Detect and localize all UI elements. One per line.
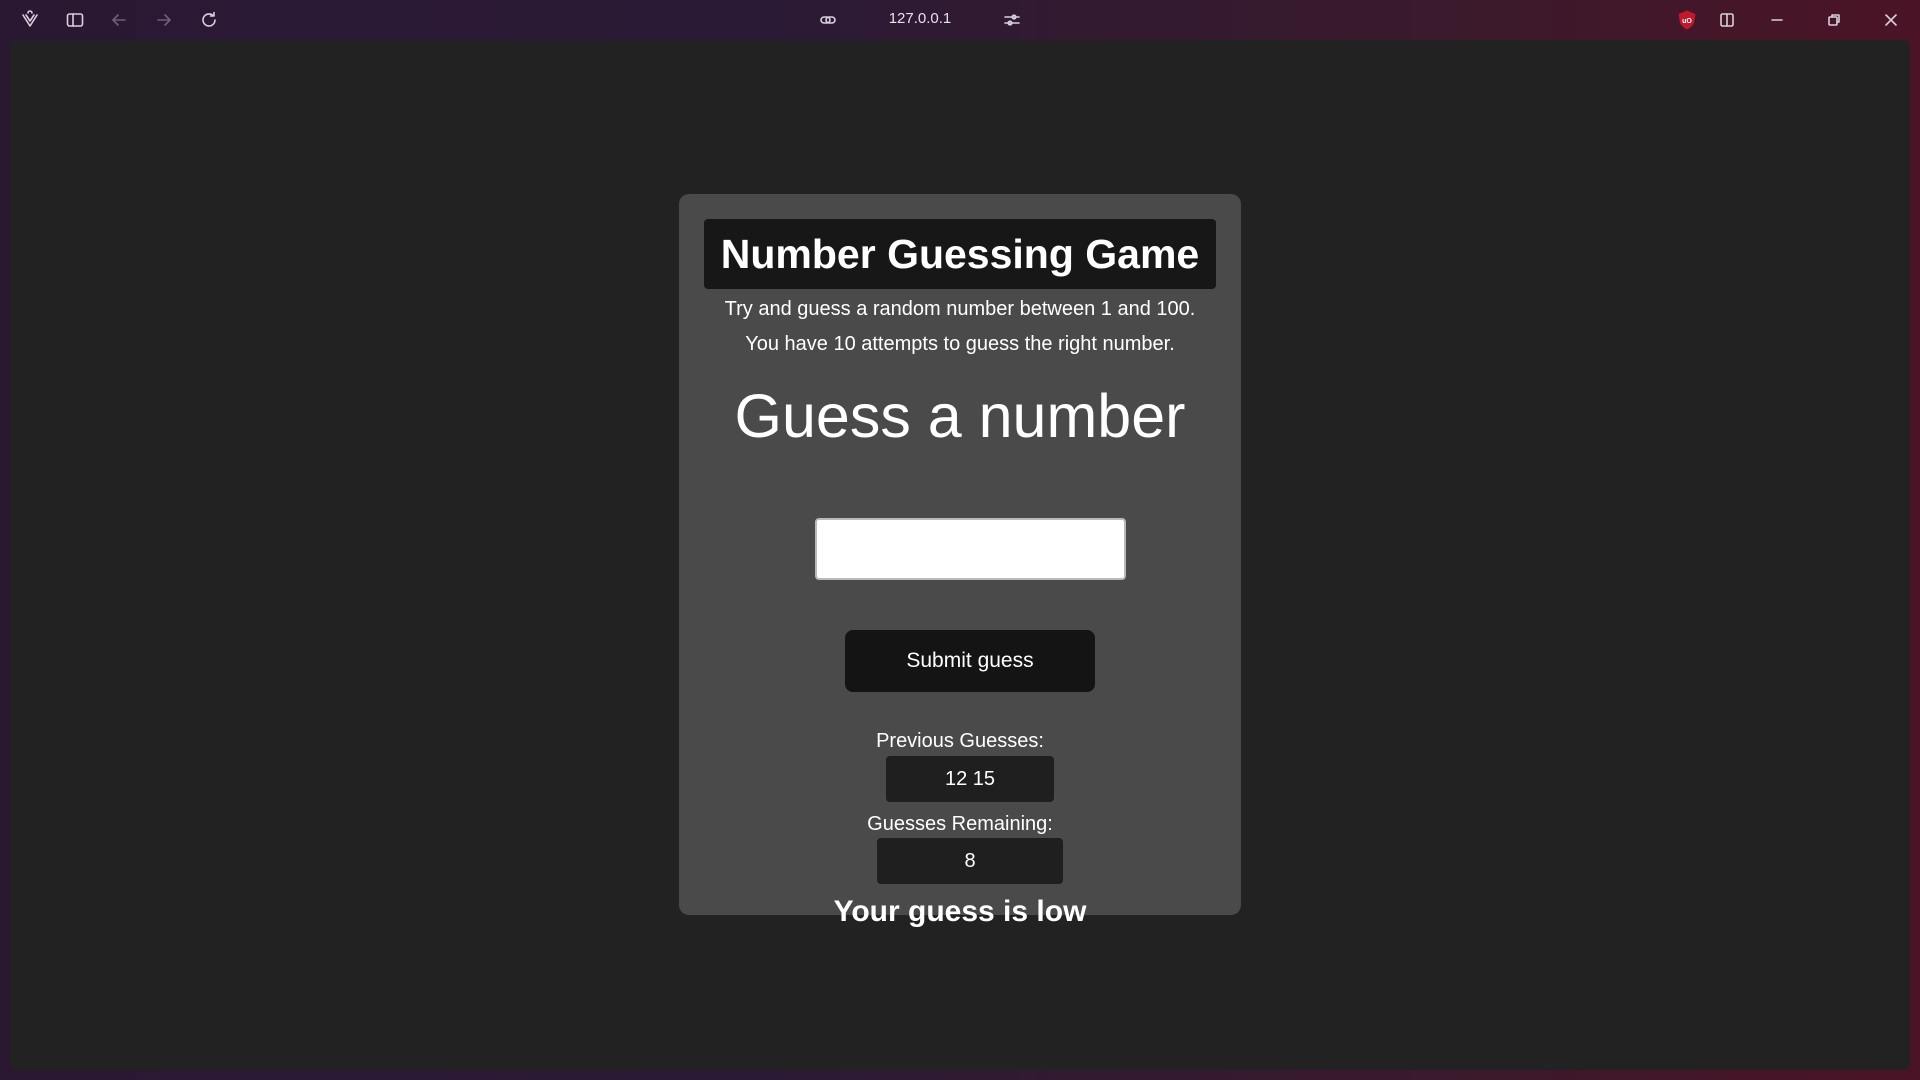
address-bar-url[interactable]: 127.0.0.1 <box>880 10 960 27</box>
submit-guess-button[interactable]: Submit guess <box>845 630 1095 692</box>
browser-window: 127.0.0.1 uO Number Guessing Game Try an… <box>0 0 1920 1080</box>
minimize-icon[interactable] <box>1763 8 1791 32</box>
previous-guesses-label: Previous Guesses: <box>876 730 1044 752</box>
previous-guesses-value: 12 15 <box>886 756 1054 802</box>
restore-icon[interactable] <box>1820 8 1848 32</box>
page-title: Number Guessing Game <box>704 219 1216 289</box>
link-icon[interactable] <box>814 8 842 32</box>
ublock-origin-icon[interactable]: uO <box>1676 9 1698 31</box>
svg-text:uO: uO <box>1682 18 1692 25</box>
vivaldi-logo-icon[interactable] <box>16 8 44 32</box>
game-card: Number Guessing Game Try and guess a ran… <box>679 194 1241 928</box>
reload-icon[interactable] <box>195 8 223 32</box>
guesses-remaining-value: 8 <box>877 838 1063 884</box>
sidebar-toggle-icon[interactable] <box>61 8 89 32</box>
arrow-right-icon[interactable] <box>150 8 178 32</box>
page-viewport: Number Guessing Game Try and guess a ran… <box>10 40 1910 1070</box>
sliders-icon[interactable] <box>998 8 1026 32</box>
guess-input[interactable] <box>815 518 1126 580</box>
description-line-1: Try and guess a random number between 1 … <box>724 298 1196 320</box>
split-view-icon[interactable] <box>1713 8 1741 32</box>
description-line-2: You have 10 attempts to guess the right … <box>745 333 1175 355</box>
close-icon[interactable] <box>1877 8 1905 32</box>
result-message: Your guess is low <box>833 895 1087 928</box>
browser-titlebar: 127.0.0.1 uO <box>0 0 1920 40</box>
guess-heading: Guess a number <box>734 382 1186 450</box>
arrow-left-icon[interactable] <box>105 8 133 32</box>
guesses-remaining-label: Guesses Remaining: <box>867 813 1053 835</box>
